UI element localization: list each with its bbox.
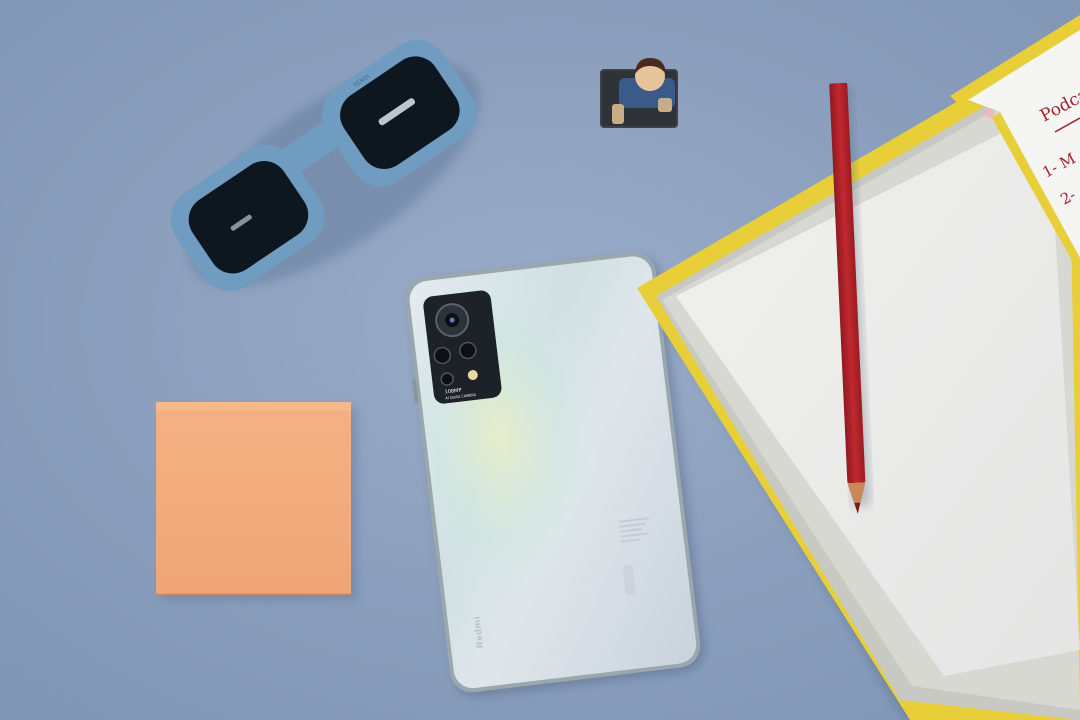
camera-module: 108MP AI QUAD CAMERA xyxy=(423,290,502,404)
sticky-note xyxy=(156,402,351,594)
camera-lens-4 xyxy=(440,372,454,386)
photo-scene: FENDI 108MP AI QUAD CAMERA Redmi Podca 1… xyxy=(0,0,1080,720)
scene-canvas: FENDI 108MP AI QUAD CAMERA Redmi Podca 1… xyxy=(0,0,1080,720)
sticky-note-pad xyxy=(156,402,357,600)
